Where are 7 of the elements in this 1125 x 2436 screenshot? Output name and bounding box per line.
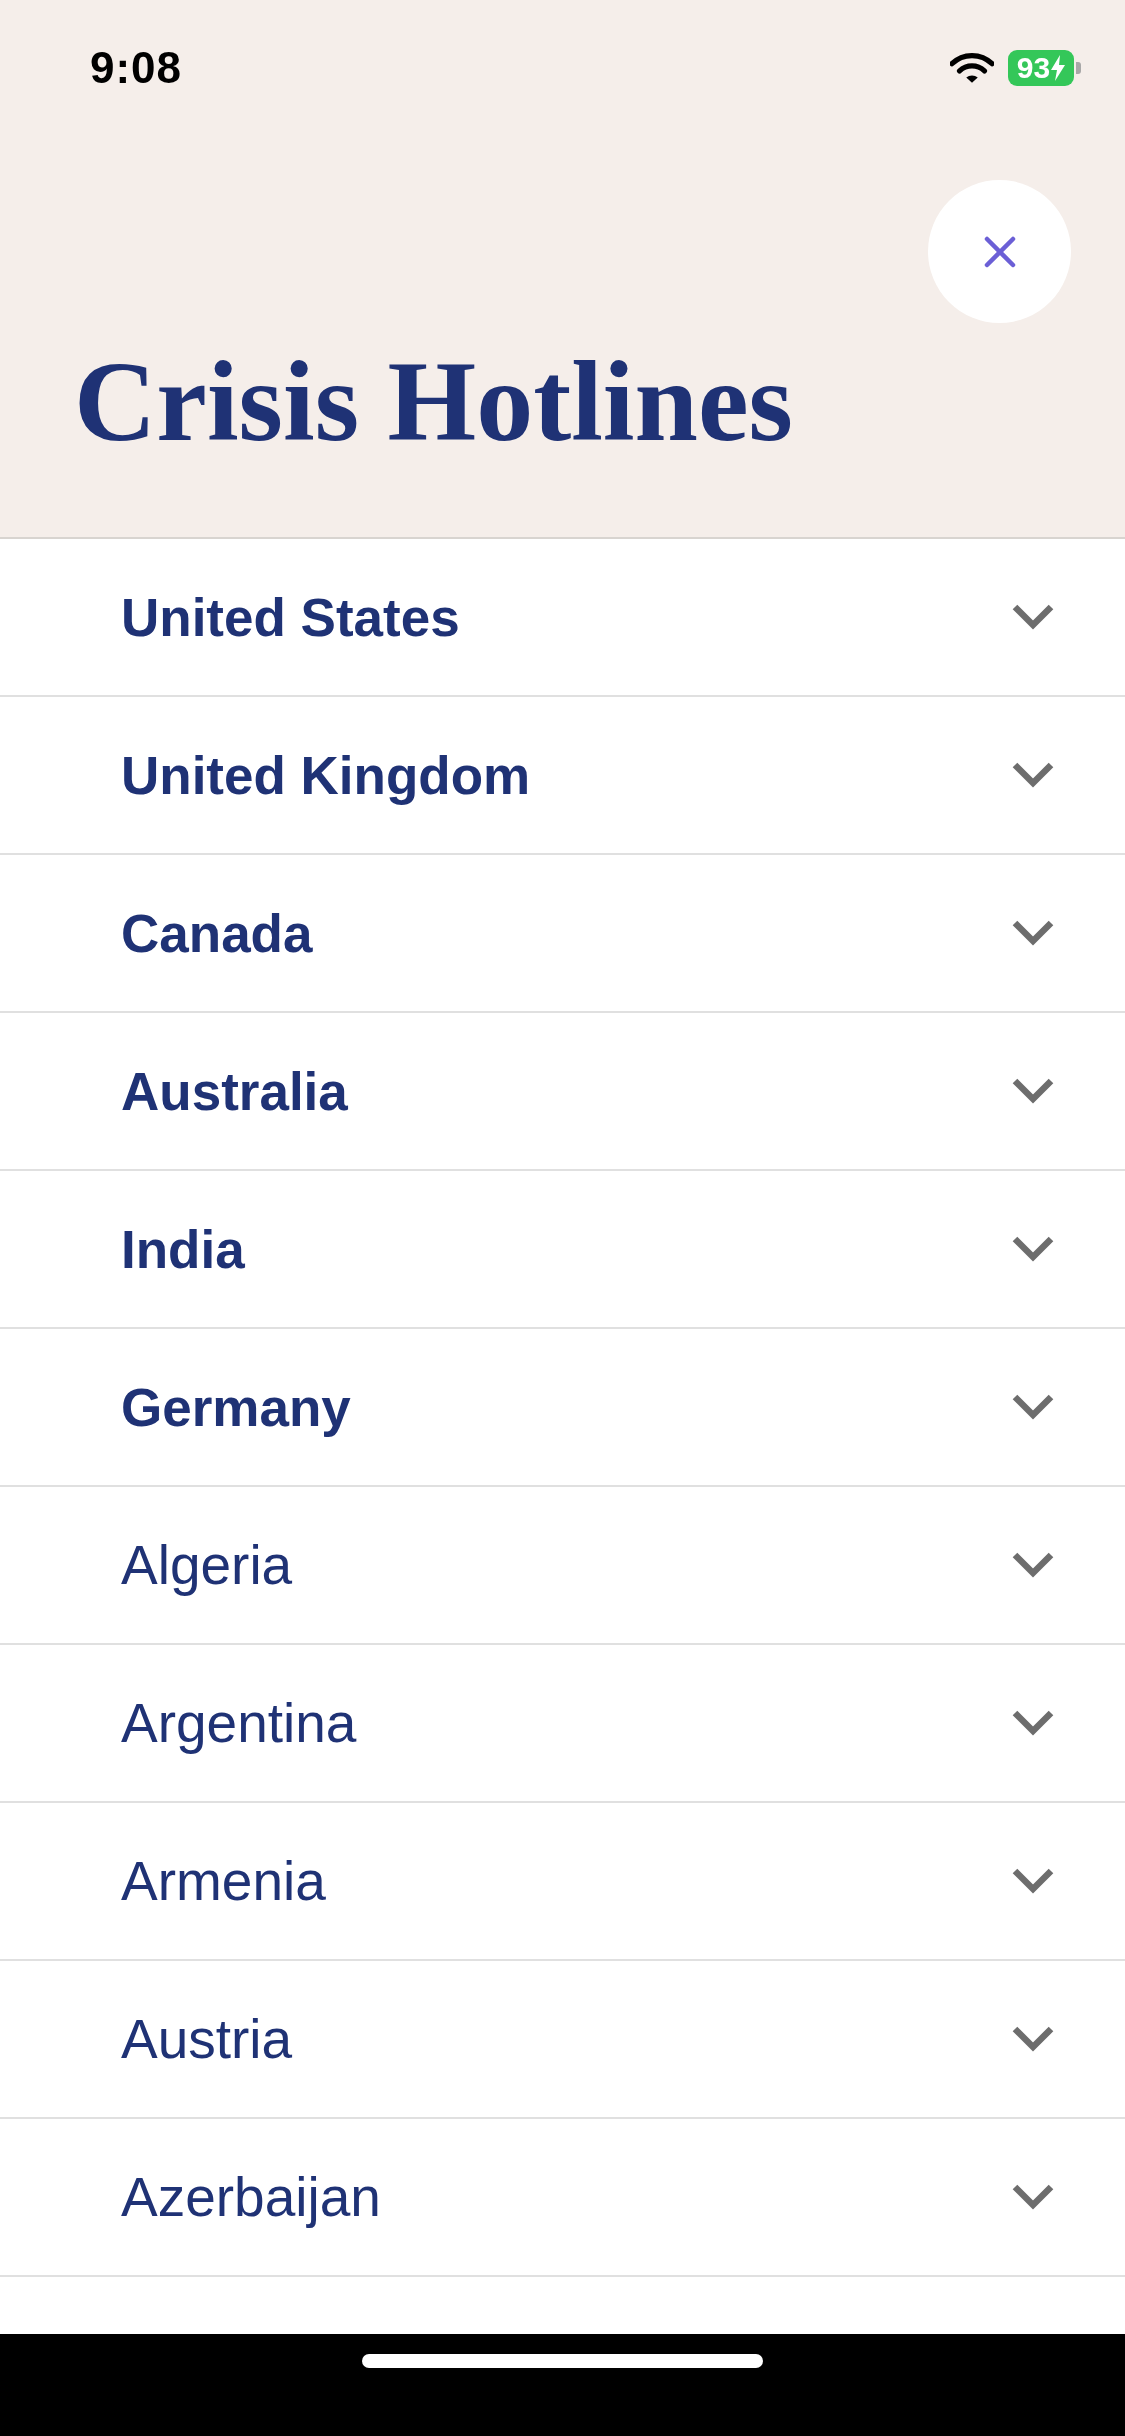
wifi-icon: [950, 51, 994, 85]
page-title: Crisis Hotlines: [73, 345, 794, 459]
status-time: 9:08: [90, 43, 183, 93]
bolt-icon: [1051, 55, 1066, 81]
battery-tip: [1076, 62, 1081, 74]
close-icon: [983, 235, 1016, 268]
battery-percentage: 93: [1016, 53, 1051, 83]
